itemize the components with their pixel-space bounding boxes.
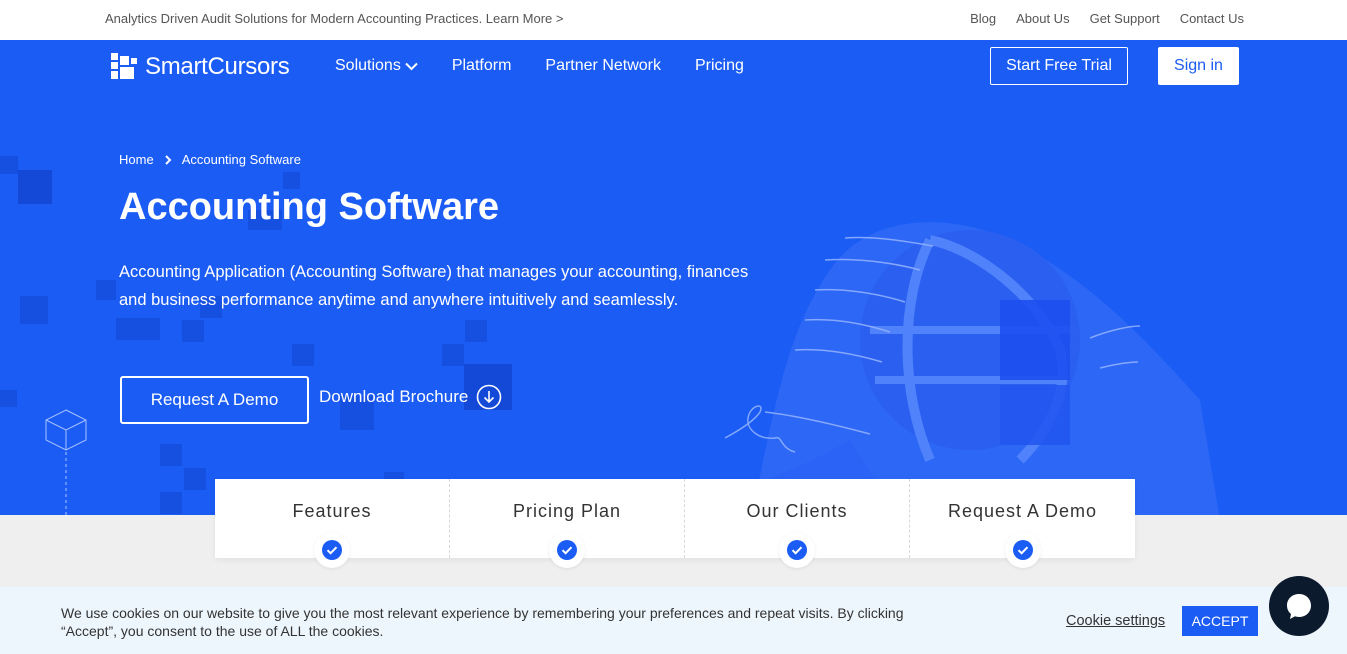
cookie-consent-bar: We use cookies on our website to give yo… [0,587,1347,654]
decor-square [96,280,116,300]
decor-square [442,344,464,366]
top-link-contact[interactable]: Contact Us [1180,11,1244,26]
tab-label: Request A Demo [947,501,1098,521]
nav-item-label: Solutions [335,57,401,74]
decor-square [465,320,487,342]
breadcrumb: Home Accounting Software [119,152,301,167]
hero-description: Accounting Application (Accounting Softw… [119,263,749,309]
sign-in-button[interactable]: Sign in [1158,47,1239,85]
chevron-right-icon [164,154,172,165]
check-circle-icon [1004,532,1041,568]
tab-label: Our Clients [746,501,848,521]
section-tabs: Features Pricing Plan Our Clients Reques… [215,479,1135,568]
request-demo-button[interactable]: Request A Demo [120,376,309,424]
cookie-message: We use cookies on our website to give yo… [61,605,904,639]
decor-square [184,468,206,490]
brand-name: SmartCursors [145,53,290,80]
chat-bubble-icon [1287,594,1311,619]
tab-features[interactable]: Features [215,479,450,568]
decor-square [116,318,160,340]
decor-square [160,492,182,514]
download-circle-icon [477,384,502,410]
top-link-about[interactable]: About Us [1016,11,1069,26]
check-circle-icon [779,532,815,568]
hero-section: SmartCursors Solutions Platform Partner … [0,40,1347,515]
tab-pricing-plan[interactable]: Pricing Plan [450,479,685,568]
cube-outline-icon [45,409,87,515]
decor-square [0,390,17,407]
cookie-settings-link[interactable]: Cookie settings [1066,613,1165,629]
decor-square [160,444,182,466]
download-brochure-button[interactable]: Download Brochure [319,384,502,410]
tab-our-clients[interactable]: Our Clients [685,479,910,568]
breadcrumb-current: Accounting Software [181,152,301,167]
check-circle-icon [549,532,585,568]
brand-logo[interactable]: SmartCursors [110,52,290,82]
decor-square [182,320,204,342]
chevron-down-icon [405,62,418,70]
decor-square [292,344,314,366]
decor-square [18,170,52,204]
decor-square [0,156,18,174]
nav-item-platform[interactable]: Platform [452,57,512,75]
chat-launcher-button[interactable] [1269,576,1329,636]
logo-mark-icon [111,53,137,79]
breadcrumb-home[interactable]: Home [119,152,154,167]
decor-square [20,296,48,324]
top-links: Blog About Us Get Support Contact Us [970,11,1244,26]
tab-label: Pricing Plan [512,501,622,521]
top-link-blog[interactable]: Blog [970,11,996,26]
nav-item-pricing[interactable]: Pricing [695,57,744,75]
check-circle-icon [314,532,350,568]
top-announcement-bar: Analytics Driven Audit Solutions for Mod… [0,0,1347,40]
document-globe-illustration [673,222,1220,515]
start-free-trial-button[interactable]: Start Free Trial [990,47,1128,85]
tab-request-a-demo[interactable]: Request A Demo [910,479,1135,568]
top-link-support[interactable]: Get Support [1090,11,1160,26]
nav-item-solutions[interactable]: Solutions [335,57,418,75]
page-title: Accounting Software [119,186,500,228]
cookie-accept-button[interactable]: ACCEPT [1182,606,1258,636]
tab-label: Features [292,501,372,521]
download-brochure-label: Download Brochure [319,387,469,406]
announcement-link[interactable]: Analytics Driven Audit Solutions for Mod… [105,11,563,26]
main-nav: Solutions Platform Partner Network Prici… [335,57,744,75]
nav-item-partner-network[interactable]: Partner Network [545,57,661,75]
